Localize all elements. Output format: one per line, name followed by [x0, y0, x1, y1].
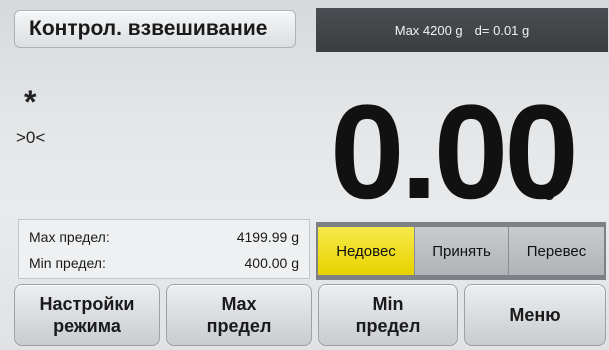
max-limit-value: 4199.99 g: [236, 229, 299, 245]
status-over: Перевес: [508, 227, 604, 275]
limits-panel: Max предел: 4199.99 g Min предел: 400.00…: [18, 219, 310, 279]
max-limit-button-line2: предел: [206, 316, 272, 336]
min-limit-button[interactable]: Min предел: [318, 284, 458, 346]
status-under: Недовес: [318, 227, 414, 275]
check-status-bar: Недовес Принять Перевес: [316, 222, 606, 280]
mode-title: Контрол. взвешивание: [14, 10, 296, 48]
min-limit-button-line2: предел: [355, 316, 421, 336]
status-accept: Принять: [414, 227, 508, 275]
weight-unit: g: [544, 180, 555, 200]
capacity-info: Max 4200 g d= 0.01 g: [316, 8, 608, 52]
max-limit-button[interactable]: Max предел: [166, 284, 312, 346]
capacity-label: Max 4200 g: [394, 22, 463, 38]
mode-settings-button[interactable]: Настройки режима: [14, 284, 160, 346]
min-limit-value: 400.00 g: [244, 255, 300, 271]
max-limit-button-line1: Max: [221, 293, 257, 314]
menu-button[interactable]: Меню: [464, 284, 606, 346]
min-limit-button-line1: Min: [372, 293, 404, 314]
readability-label: d= 0.01 g: [474, 22, 530, 38]
weight-reading: 0.00: [330, 78, 579, 227]
min-limit-label: Min предел:: [29, 255, 106, 271]
menu-button-label: Меню: [509, 304, 561, 325]
max-limit-label: Max предел:: [29, 229, 110, 245]
mode-settings-label-line2: режима: [53, 316, 121, 336]
stability-indicator: *: [24, 84, 37, 120]
mode-settings-label-line1: Настройки: [39, 293, 135, 314]
center-of-zero-indicator: >0<: [16, 128, 46, 147]
